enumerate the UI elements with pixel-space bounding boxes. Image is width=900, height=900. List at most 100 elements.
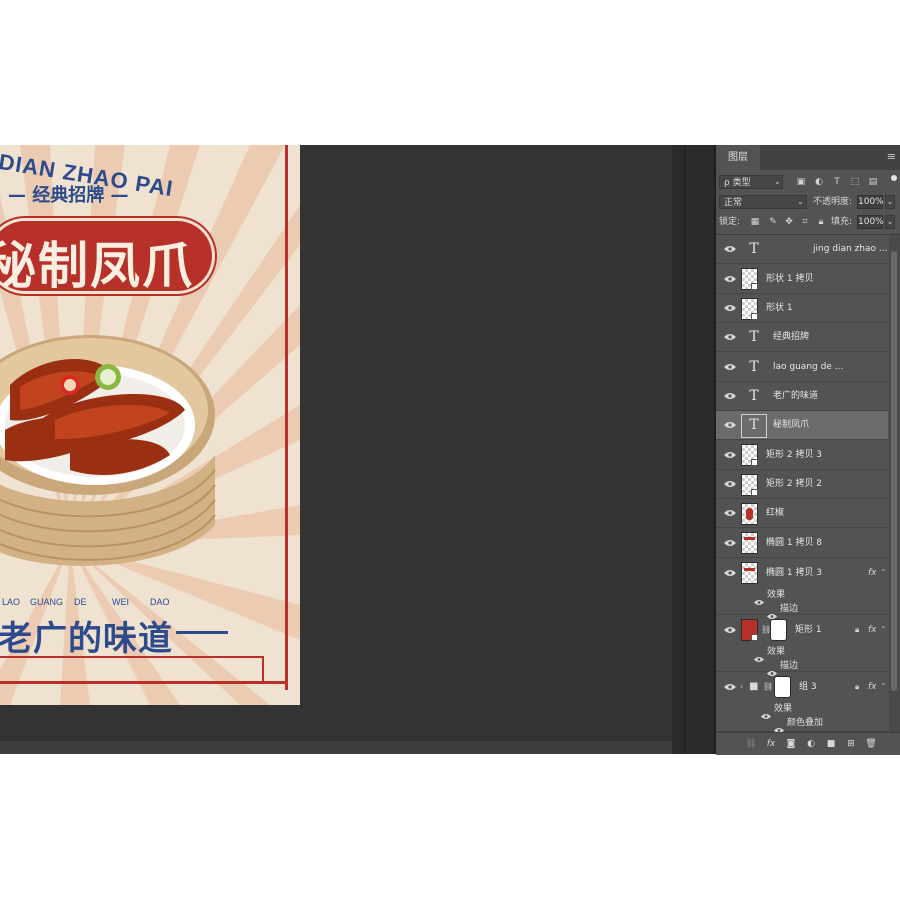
eye-icon[interactable] xyxy=(724,451,736,459)
fx-icon[interactable]: fx xyxy=(868,624,877,636)
eye-icon[interactable] xyxy=(724,626,736,634)
layer-thumbnail xyxy=(741,619,758,641)
chevron-down-icon: ⌄ xyxy=(797,197,804,206)
pepper-icon xyxy=(746,508,753,520)
opacity-input[interactable]: 100% xyxy=(857,195,884,209)
scrollbar-thumb[interactable] xyxy=(891,251,897,691)
opacity-dropdown[interactable]: ⌄ xyxy=(885,195,895,209)
eye-icon[interactable] xyxy=(767,605,777,619)
poster-document[interactable]: G DIAN ZHAO PAI — 经典招牌 — 秘制凤爪 xyxy=(0,145,300,705)
layer-name: 老广的味道 xyxy=(773,391,819,401)
eye-icon[interactable] xyxy=(724,363,736,371)
layer-mask-thumbnail xyxy=(774,676,791,698)
canvas-area[interactable]: G DIAN ZHAO PAI — 经典招牌 — 秘制凤爪 xyxy=(0,145,672,741)
eye-icon[interactable] xyxy=(724,392,736,400)
chevron-up-icon[interactable]: ⌃ xyxy=(880,624,887,636)
panel-menu-icon[interactable]: ≡ xyxy=(887,151,896,163)
eye-icon[interactable] xyxy=(767,662,777,676)
eye-icon[interactable] xyxy=(774,719,784,732)
filter-smart-object-icon[interactable]: ▤ xyxy=(867,175,879,189)
layer-name: 形状 1 拷贝 xyxy=(766,274,814,284)
lock-all-icon[interactable]: 🔒︎ xyxy=(815,215,827,229)
effect-stroke-label: 描边 xyxy=(780,661,799,671)
eye-icon[interactable] xyxy=(724,421,736,429)
layer-row[interactable]: 形状 1 xyxy=(716,294,888,323)
poster-frame-inner-right xyxy=(262,656,264,684)
layer-row-selected[interactable]: T 秘制凤爪 xyxy=(716,411,888,440)
chevron-up-icon[interactable]: ⌃ xyxy=(880,681,887,693)
filter-type-icon[interactable]: T xyxy=(831,175,843,189)
layer-row[interactable]: 椭圆 1 拷贝 8 xyxy=(716,528,888,558)
fill-dropdown[interactable]: ⌄ xyxy=(885,215,895,229)
lock-artboard-icon[interactable]: ⌗ xyxy=(799,215,811,229)
eye-icon[interactable] xyxy=(724,245,736,253)
effect-color-overlay-label: 颜色叠加 xyxy=(787,718,824,728)
eye-icon[interactable] xyxy=(754,591,764,605)
filter-shape-icon[interactable]: ⬚ xyxy=(849,175,861,189)
tab-layers[interactable]: 图层 xyxy=(716,145,760,170)
fx-icon[interactable]: fx xyxy=(868,681,877,693)
layer-name: 矩形 2 拷贝 3 xyxy=(766,450,823,460)
trash-icon[interactable]: 🗑︎ xyxy=(864,738,878,750)
lock-row: 锁定: ▦ ✎ ✥ ⌗ 🔒︎ 填充: 100% ⌄ xyxy=(719,215,897,231)
layers-footer: ⛓ fx ◙ ◐ ■ ⊞ 🗑︎ xyxy=(716,732,900,755)
pinyin-label: DAO xyxy=(150,597,170,607)
adjustment-layer-icon[interactable]: ◐ xyxy=(804,738,818,750)
thumb-mark xyxy=(744,568,755,571)
fill-label: 填充: xyxy=(831,217,853,227)
blend-mode-select[interactable]: 正常 xyxy=(719,195,807,209)
lock-position-icon[interactable]: ✥ xyxy=(783,215,795,229)
layer-row[interactable]: 矩形 2 拷贝 2 xyxy=(716,470,888,499)
layer-row[interactable]: 椭圆 1 拷贝 3 fx ⌃ 效果 描边 xyxy=(716,558,888,619)
filter-pixel-icon[interactable]: ▣ xyxy=(795,175,807,189)
layer-name: lao guang de ... xyxy=(773,362,844,372)
eye-icon[interactable] xyxy=(724,275,736,283)
fx-icon[interactable]: fx xyxy=(764,738,778,750)
poster-subtitle: — 经典招牌 — xyxy=(8,185,129,206)
opacity-label: 不透明度: xyxy=(813,197,853,207)
chevron-right-icon[interactable]: › xyxy=(740,681,743,693)
pinyin-label: GUANG xyxy=(30,597,64,607)
layer-row[interactable]: 矩形 2 拷贝 3 xyxy=(716,440,888,470)
layers-scrollbar[interactable] xyxy=(889,235,900,732)
horizontal-scrollbar[interactable] xyxy=(0,741,672,754)
effects-label: 效果 xyxy=(767,647,786,657)
layer-group-row[interactable]: › ■ ⛓ 组 3 🔒︎ fx ⌃ 效果 颜色叠加 xyxy=(716,672,888,732)
eye-icon[interactable] xyxy=(724,480,736,488)
photoshop-window: G DIAN ZHAO PAI — 经典招牌 — 秘制凤爪 xyxy=(0,145,900,755)
lock-transparency-icon[interactable]: ▦ xyxy=(749,215,761,229)
fill-input[interactable]: 100% xyxy=(857,215,884,229)
effect-stroke-label: 描边 xyxy=(780,604,799,614)
new-layer-icon[interactable]: ⊞ xyxy=(844,738,858,750)
eye-icon[interactable] xyxy=(724,539,736,547)
panel-tab-bar: 图层 ≡ xyxy=(716,145,900,170)
filter-adjustment-icon[interactable]: ◐ xyxy=(813,175,825,189)
lock-image-icon[interactable]: ✎ xyxy=(767,215,779,229)
fx-icon[interactable]: fx xyxy=(868,567,877,579)
link-layers-icon[interactable]: ⛓ xyxy=(744,738,758,750)
layer-row[interactable]: ⛓ 矩形 1 🔒︎ fx ⌃ 效果 描边 xyxy=(716,615,888,676)
eye-icon[interactable] xyxy=(724,683,736,691)
layer-thumbnail xyxy=(741,444,758,466)
layer-row[interactable]: T 老广的味道 xyxy=(716,382,888,411)
layer-row[interactable]: T jing dian zhao ... xyxy=(716,235,888,264)
eye-icon[interactable] xyxy=(761,705,771,719)
layer-row[interactable]: 形状 1 拷贝 xyxy=(716,264,888,294)
layer-name: 红椒 xyxy=(766,508,785,518)
layer-row[interactable]: T 经典招牌 xyxy=(716,323,888,352)
eye-icon[interactable] xyxy=(724,304,736,312)
effects-label: 效果 xyxy=(774,704,793,714)
link-icon[interactable]: ⛓ xyxy=(763,681,773,693)
layer-row[interactable]: T lao guang de ... xyxy=(716,352,888,382)
poster-frame-right xyxy=(285,145,288,690)
filter-toggle[interactable] xyxy=(891,175,897,189)
eye-icon[interactable] xyxy=(754,648,764,662)
chevron-up-icon[interactable]: ⌃ xyxy=(880,567,887,579)
eye-icon[interactable] xyxy=(724,509,736,517)
lock-icon: 🔒︎ xyxy=(855,625,860,634)
add-mask-icon[interactable]: ◙ xyxy=(784,738,798,750)
eye-icon[interactable] xyxy=(724,333,736,341)
eye-icon[interactable] xyxy=(724,569,736,577)
new-group-icon[interactable]: ■ xyxy=(824,738,838,750)
layer-row[interactable]: 红椒 xyxy=(716,499,888,528)
